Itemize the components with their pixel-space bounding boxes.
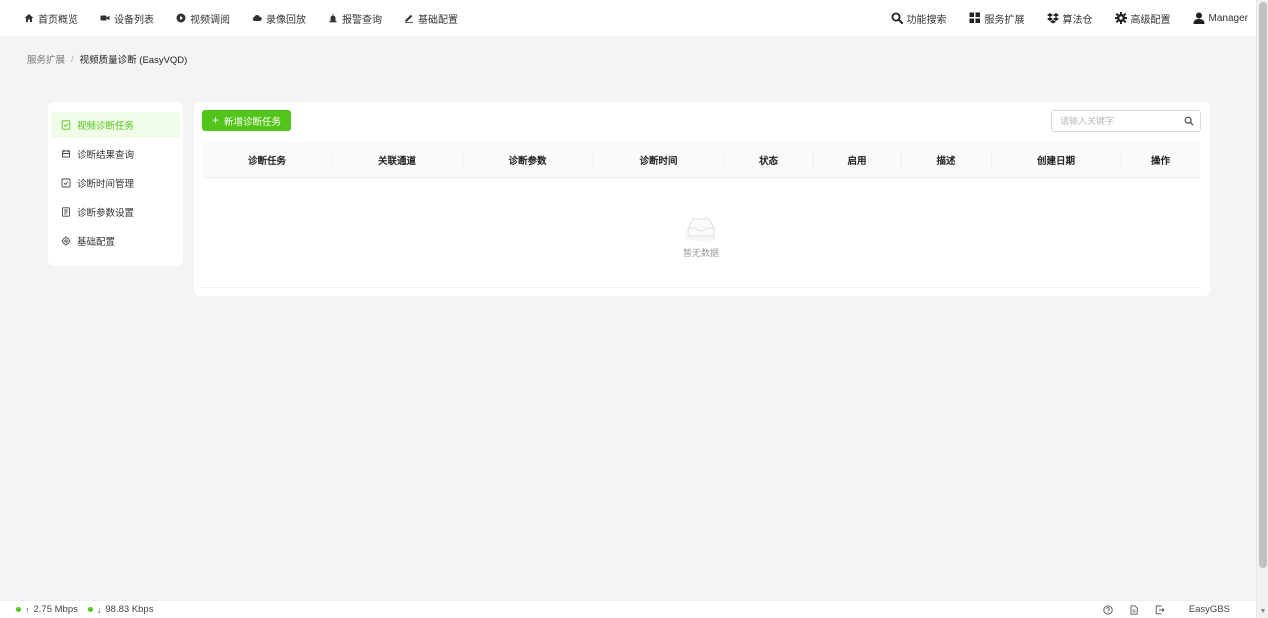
nav-item-basic-config[interactable]: 基础配置 [404, 0, 458, 36]
column-header: 描述 [901, 142, 991, 177]
settings-icon [61, 236, 71, 246]
nav-label: 功能搜索 [906, 14, 947, 26]
plus-icon: + [212, 113, 220, 127]
nav-label: 录像回放 [266, 14, 306, 26]
cloud-icon [252, 13, 262, 23]
nav-item-algorithm-store[interactable]: 算法仓 [1046, 0, 1093, 36]
task-list-panel: + 新增诊断任务 诊断任务 关联通道 诊断参数 诊断时间 状态 启用 描述 创建… [194, 102, 1210, 296]
scrollbar-thumb[interactable] [1259, 2, 1267, 568]
nav-item-video[interactable]: 视频调阅 [176, 0, 230, 36]
nav-label: 首页概览 [38, 14, 78, 26]
alarm-icon [328, 13, 338, 23]
keyword-search [1051, 110, 1201, 132]
nav-item-playback[interactable]: 录像回放 [252, 0, 306, 36]
search-icon[interactable] [1178, 111, 1200, 131]
upload-rate-value: 2.75 Mbps [33, 604, 78, 615]
user-icon [1193, 12, 1205, 24]
grid-icon [969, 12, 981, 24]
calendar-icon [61, 178, 71, 188]
nav-label: 基础配置 [418, 14, 458, 26]
nav-item-overview[interactable]: 首页概览 [24, 0, 78, 36]
column-header: 诊断参数 [462, 142, 593, 177]
nav-item-alarms[interactable]: 报警查询 [328, 0, 382, 36]
nav-label: 视频调阅 [190, 14, 230, 26]
table-header: 诊断任务 关联通道 诊断参数 诊断时间 状态 启用 描述 创建日期 操作 [202, 142, 1200, 178]
menu-item-basic-settings[interactable]: 基础配置 [51, 228, 180, 254]
breadcrumb-current: 视频质量诊断 (EasyVQD) [79, 55, 188, 66]
main-nav: 首页概览 设备列表 视频调阅 录像回放 报警查询 基础配置 [24, 0, 480, 36]
column-header: 启用 [813, 142, 901, 177]
column-header: 诊断任务 [247, 155, 286, 167]
add-button-label: 新增诊断任务 [224, 116, 282, 128]
nav-item-service-extension[interactable]: 服务扩展 [969, 0, 1025, 36]
arrow-up-icon: ↑ [25, 604, 30, 615]
table-empty-state: 暂无数据 [202, 178, 1200, 288]
gear-icon [1114, 12, 1127, 24]
status-dot [16, 607, 21, 612]
nav-item-user-menu[interactable]: Manager [1193, 0, 1248, 36]
menu-item-label: 诊断结果查询 [77, 150, 135, 161]
menu-item-diagnosis-time[interactable]: 诊断时间管理 [51, 170, 180, 196]
scroll-down-icon[interactable]: ▼ [1259, 607, 1267, 615]
nav-item-advanced-config[interactable]: 高级配置 [1114, 0, 1171, 36]
nav-item-feature-search[interactable]: 功能搜索 [891, 0, 947, 36]
nav-label: Manager [1208, 12, 1248, 24]
nav-item-devices[interactable]: 设备列表 [100, 0, 154, 36]
menu-item-label: 诊断参数设置 [77, 208, 135, 219]
menu-item-diagnosis-params[interactable]: 诊断参数设置 [51, 199, 180, 225]
top-navigation-bar: 首页概览 设备列表 视频调阅 录像回放 报警查询 基础配置 功能搜索 服务扩展 … [0, 0, 1256, 36]
menu-item-label: 视频诊断任务 [77, 121, 135, 132]
status-dot [87, 607, 93, 612]
breadcrumb-parent-link[interactable]: 服务扩展 [27, 52, 65, 66]
nav-label: 报警查询 [342, 14, 382, 26]
empty-state-text: 暂无数据 [682, 248, 719, 258]
params-icon [61, 207, 71, 217]
search-icon [891, 12, 903, 24]
utility-nav: 功能搜索 服务扩展 算法仓 高级配置 Manager [869, 0, 1248, 36]
export-icon[interactable] [1155, 605, 1165, 615]
brand-name: EasyGBS [1188, 604, 1230, 615]
nav-label: 算法仓 [1062, 14, 1093, 26]
diagnosis-task-table: 诊断任务 关联通道 诊断参数 诊断时间 状态 启用 描述 创建日期 操作 暂无数… [202, 142, 1200, 288]
breadcrumb: 服务扩展 / 视频质量诊断 (EasyVQD) [27, 52, 188, 67]
add-diagnosis-task-button[interactable]: + 新增诊断任务 [202, 110, 292, 131]
upload-rate: ↑ 2.75 Mbps [16, 604, 78, 615]
breadcrumb-separator: / [71, 53, 74, 65]
document-icon[interactable] [1129, 604, 1139, 615]
footer-actions: EasyGBS [1103, 604, 1230, 615]
column-header: 诊断时间 [593, 142, 724, 177]
menu-item-label: 诊断时间管理 [77, 179, 135, 190]
side-menu: 视频诊断任务 诊断结果查询 诊断时间管理 诊断参数设置 基础配置 [48, 102, 183, 266]
page-scrollbar[interactable]: ▼ [1256, 0, 1268, 618]
help-icon[interactable] [1103, 604, 1113, 615]
column-header: 创建日期 [991, 142, 1121, 177]
menu-item-diagnosis-results[interactable]: 诊断结果查询 [51, 141, 180, 167]
menu-item-diagnosis-tasks[interactable]: 视频诊断任务 [51, 112, 180, 138]
nav-label: 高级配置 [1130, 14, 1171, 26]
download-rate-value: 98.83 Kbps [105, 604, 154, 615]
download-rate: ↓ 98.83 Kbps [87, 604, 154, 615]
keyword-search-input[interactable] [1052, 111, 1178, 131]
dropbox-icon [1046, 12, 1059, 24]
task-icon [61, 120, 71, 130]
network-stats: ↑ 2.75 Mbps ↓ 98.83 Kbps [16, 604, 153, 615]
menu-item-label: 基础配置 [77, 237, 116, 248]
column-header: 操作 [1121, 142, 1200, 177]
result-icon [61, 149, 71, 159]
nav-label: 设备列表 [114, 14, 154, 26]
status-bar: ↑ 2.75 Mbps ↓ 98.83 Kbps EasyGBS [0, 600, 1256, 618]
play-circle-icon [176, 13, 186, 23]
arrow-down-icon: ↓ [96, 604, 102, 615]
edit-icon [404, 13, 414, 23]
column-header: 状态 [724, 142, 813, 177]
nav-label: 服务扩展 [984, 14, 1025, 26]
camera-icon [100, 13, 110, 23]
home-icon [24, 13, 34, 23]
column-header: 关联通道 [332, 142, 462, 177]
empty-inbox-icon [681, 214, 721, 242]
